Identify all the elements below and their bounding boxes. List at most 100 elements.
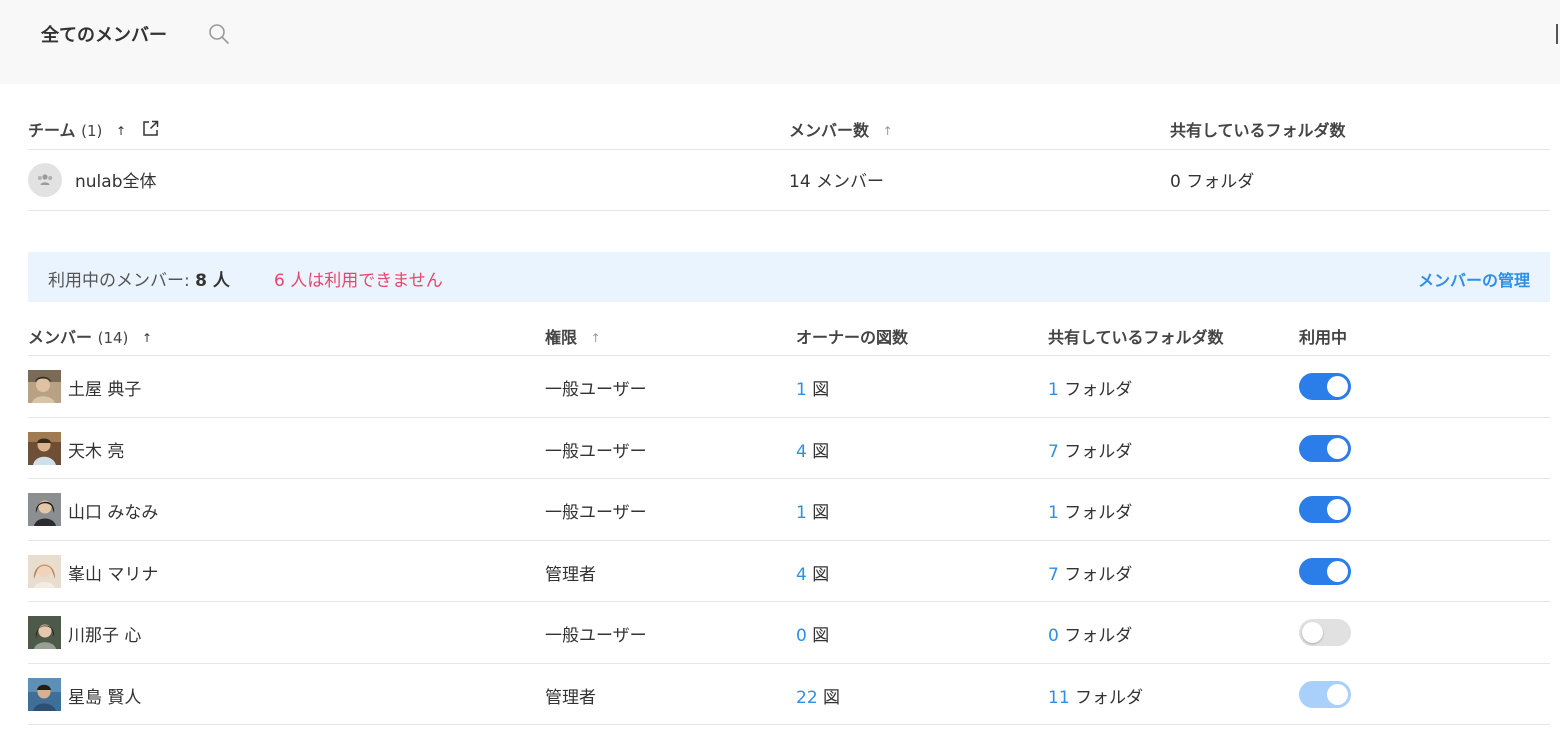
member-row[interactable]: 星島 賢人 管理者 22 図 11 フォルダ (28, 664, 1550, 725)
avatar (28, 616, 61, 649)
member-name[interactable]: 天木 亮 (68, 437, 124, 462)
usage-count: 8 人 (195, 271, 230, 291)
column-member-count[interactable]: メンバー数 ↑ (789, 117, 893, 141)
sort-arrow-up-icon[interactable]: ↑ (142, 331, 152, 345)
diagram-count-link[interactable]: 1 (796, 503, 807, 523)
shared-folder-count: 7 フォルダ (1048, 560, 1132, 585)
team-row[interactable]: nulab全体 14 メンバー 0 フォルダ (28, 150, 1550, 211)
sort-arrow-up-icon[interactable]: ↑ (883, 124, 893, 138)
group-icon (37, 174, 53, 185)
unavailable-warning: 6 人は利用できません (274, 271, 443, 291)
column-active: 利用中 (1299, 328, 1348, 347)
teams-table: チーム (1) ↑ メンバー数 ↑ 共有しているフォルダ数 nulab全体 14… (28, 104, 1550, 211)
folder-count-link[interactable]: 7 (1048, 442, 1059, 462)
member-row[interactable]: 川那子 心 一般ユーザー 0 図 0 フォルダ (28, 602, 1550, 664)
diagram-count-link[interactable]: 0 (796, 626, 807, 646)
active-toggle[interactable] (1299, 557, 1351, 585)
column-owner-diagrams: オーナーの図数 (796, 328, 909, 347)
diagram-unit: 図 (812, 503, 830, 523)
diagram-unit: 図 (812, 626, 830, 646)
diagram-count-link[interactable]: 4 (796, 442, 807, 462)
shared-folder-count: 0 フォルダ (1048, 621, 1132, 646)
member-row[interactable]: 山口 みなみ 一般ユーザー 1 図 1 フォルダ (28, 479, 1550, 541)
toggle-knob (1327, 560, 1348, 582)
active-toggle[interactable] (1299, 434, 1351, 462)
member-name[interactable]: 山口 みなみ (68, 498, 158, 523)
column-role-label: 権限 (545, 328, 578, 347)
folder-count-link[interactable]: 0 (1048, 626, 1059, 646)
member-count: (14) (97, 329, 129, 347)
top-bar: 全てのメンバー (0, 0, 1560, 84)
avatar (28, 370, 61, 403)
toggle-knob (1327, 683, 1348, 705)
team-count: (1) (81, 122, 103, 140)
member-role: 管理者 (545, 564, 596, 585)
shared-folder-count: 1 フォルダ (1048, 375, 1132, 400)
teams-table-header: チーム (1) ↑ メンバー数 ↑ 共有しているフォルダ数 (28, 104, 1550, 150)
avatar (28, 493, 61, 526)
avatar (28, 677, 61, 711)
external-link-icon[interactable] (142, 120, 159, 141)
owner-diagram-count: 1 図 (796, 498, 829, 523)
avatar (28, 554, 61, 588)
column-member[interactable]: メンバー (14) ↑ (28, 324, 152, 348)
member-role: 一般ユーザー (545, 441, 647, 462)
diagram-unit: 図 (812, 380, 830, 400)
folder-count-link[interactable]: 7 (1048, 565, 1059, 585)
diagram-count-link[interactable]: 22 (796, 688, 818, 708)
team-name[interactable]: nulab全体 (75, 167, 156, 192)
member-role: 一般ユーザー (545, 503, 647, 523)
member-role: 管理者 (545, 687, 596, 708)
usage-summary: 利用中のメンバー: 8 人 (48, 266, 230, 291)
owner-diagram-count: 1 図 (796, 375, 829, 400)
members-table: メンバー (14) ↑ 権限 ↑ オーナーの図数 共有しているフォルダ数 利用中… (28, 313, 1550, 725)
folder-unit: フォルダ (1064, 626, 1133, 646)
manage-members-link[interactable]: メンバーの管理 (1418, 267, 1530, 291)
member-role: 一般ユーザー (545, 626, 647, 646)
shared-folder-count: 7 フォルダ (1048, 437, 1132, 462)
avatar (28, 431, 61, 465)
team-avatar (28, 163, 62, 197)
diagram-count-link[interactable]: 4 (796, 565, 807, 585)
toggle-knob (1327, 376, 1348, 397)
usage-banner: 利用中のメンバー: 8 人 6 人は利用できません メンバーの管理 (28, 252, 1550, 302)
members-table-header: メンバー (14) ↑ 権限 ↑ オーナーの図数 共有しているフォルダ数 利用中 (28, 313, 1550, 356)
column-team[interactable]: チーム (1) ↑ (28, 117, 159, 141)
active-toggle[interactable] (1299, 680, 1351, 708)
folder-count-link[interactable]: 1 (1048, 380, 1059, 400)
page-title: 全てのメンバー (41, 25, 167, 46)
folder-count-link[interactable]: 1 (1048, 503, 1059, 523)
toggle-knob (1327, 499, 1348, 520)
member-row[interactable]: 峯山 マリナ 管理者 4 図 7 フォルダ (28, 541, 1550, 602)
member-name[interactable]: 土屋 典子 (68, 375, 141, 400)
sort-arrow-up-icon[interactable]: ↑ (116, 124, 126, 138)
active-toggle[interactable] (1299, 373, 1351, 400)
shared-folder-count: 11 フォルダ (1048, 683, 1143, 708)
member-name[interactable]: 峯山 マリナ (68, 560, 158, 585)
member-row[interactable]: 天木 亮 一般ユーザー 4 図 7 フォルダ (28, 418, 1550, 479)
team-member-count: 14 メンバー (789, 172, 885, 192)
diagram-count-link[interactable]: 1 (796, 380, 807, 400)
folder-unit: フォルダ (1064, 503, 1133, 523)
sort-arrow-up-icon[interactable]: ↑ (591, 331, 601, 345)
column-shared-folders: 共有しているフォルダ数 (1170, 121, 1346, 140)
column-shared-folders: 共有しているフォルダ数 (1048, 328, 1224, 347)
member-row[interactable]: 土屋 典子 一般ユーザー 1 図 1 フォルダ (28, 356, 1550, 418)
active-toggle[interactable] (1299, 496, 1351, 523)
owner-diagram-count: 22 図 (796, 683, 840, 708)
member-name[interactable]: 星島 賢人 (68, 683, 141, 708)
column-member-label: メンバー (28, 328, 93, 347)
search-icon[interactable] (207, 22, 231, 46)
folder-unit: フォルダ (1075, 687, 1144, 708)
member-name[interactable]: 川那子 心 (68, 621, 141, 646)
owner-diagram-count: 4 図 (796, 437, 829, 462)
folder-count-link[interactable]: 11 (1048, 688, 1070, 708)
column-role[interactable]: 権限 ↑ (545, 324, 601, 348)
usage-label: 利用中のメンバー: (48, 271, 196, 291)
toggle-knob (1302, 622, 1323, 643)
shared-folder-count: 1 フォルダ (1048, 498, 1132, 523)
folder-unit: フォルダ (1064, 380, 1133, 400)
active-toggle[interactable] (1299, 619, 1351, 646)
owner-diagram-count: 4 図 (796, 560, 829, 585)
diagram-unit: 図 (812, 441, 830, 462)
